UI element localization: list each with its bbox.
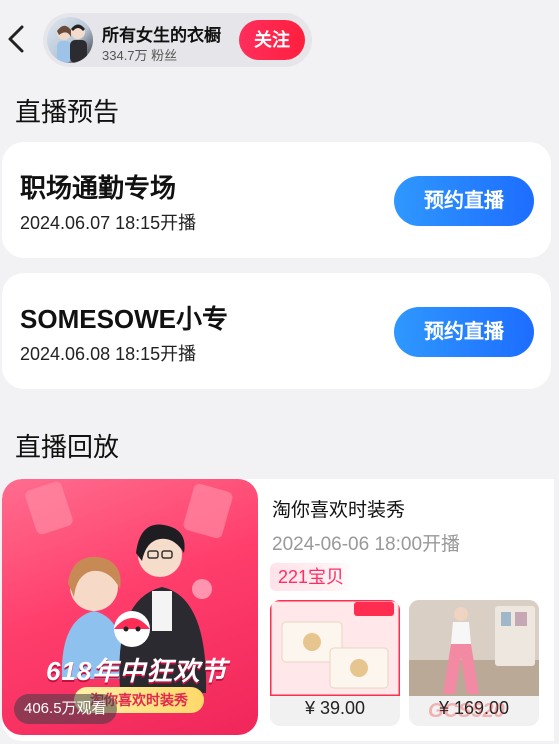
reserve-live-button[interactable]: 预约直播 (394, 307, 534, 357)
shop-info-pill[interactable]: 所有女生的衣橱 334.7万 粉丝 关注 (43, 13, 312, 67)
replay-time: 2024-06-06 18:00开播 (272, 534, 461, 555)
outfit-image (409, 600, 539, 696)
follow-button[interactable]: 关注 (239, 20, 305, 60)
viewer-count-badge: 406.5万观看 (14, 694, 117, 724)
avatar[interactable] (47, 17, 93, 63)
tissue-pack-image (270, 600, 400, 696)
back-arrow-icon[interactable] (6, 24, 28, 54)
preview-card-title: 职场通勤专场 (20, 173, 177, 203)
preview-card-time: 2024.06.07 18:15开播 (20, 213, 197, 233)
shop-name: 所有女生的衣橱 (102, 26, 221, 45)
product-price: ¥ 39.00 (304, 698, 366, 718)
preview-card[interactable]: 职场通勤专场 2024.06.07 18:15开播 预约直播 (2, 142, 551, 258)
section-title-replay: 直播回放 (15, 432, 120, 462)
replay-poster[interactable]: 618年中狂欢节 淘你喜欢时装秀 406.5万观看 (2, 479, 258, 735)
replay-title: 淘你喜欢时装秀 (272, 500, 406, 521)
watermark: GCS520 (428, 700, 505, 722)
product-item[interactable]: ¥ 39.00 (270, 600, 400, 726)
items-count-badge[interactable]: 221宝贝 (270, 563, 353, 591)
header: 所有女生的衣橱 334.7万 粉丝 关注 (0, 0, 559, 80)
preview-card[interactable]: SOMESOWE小专 2024.06.08 18:15开播 预约直播 (2, 273, 551, 389)
preview-card-title: SOMESOWE小专 (20, 304, 229, 334)
preview-card-time: 2024.06.08 18:15开播 (20, 344, 197, 364)
poster-festival-text: 618年中狂欢节 (46, 656, 228, 686)
fans-count: 334.7万 粉丝 (102, 48, 178, 63)
section-title-preview: 直播预告 (15, 97, 120, 127)
reserve-live-button[interactable]: 预约直播 (394, 176, 534, 226)
